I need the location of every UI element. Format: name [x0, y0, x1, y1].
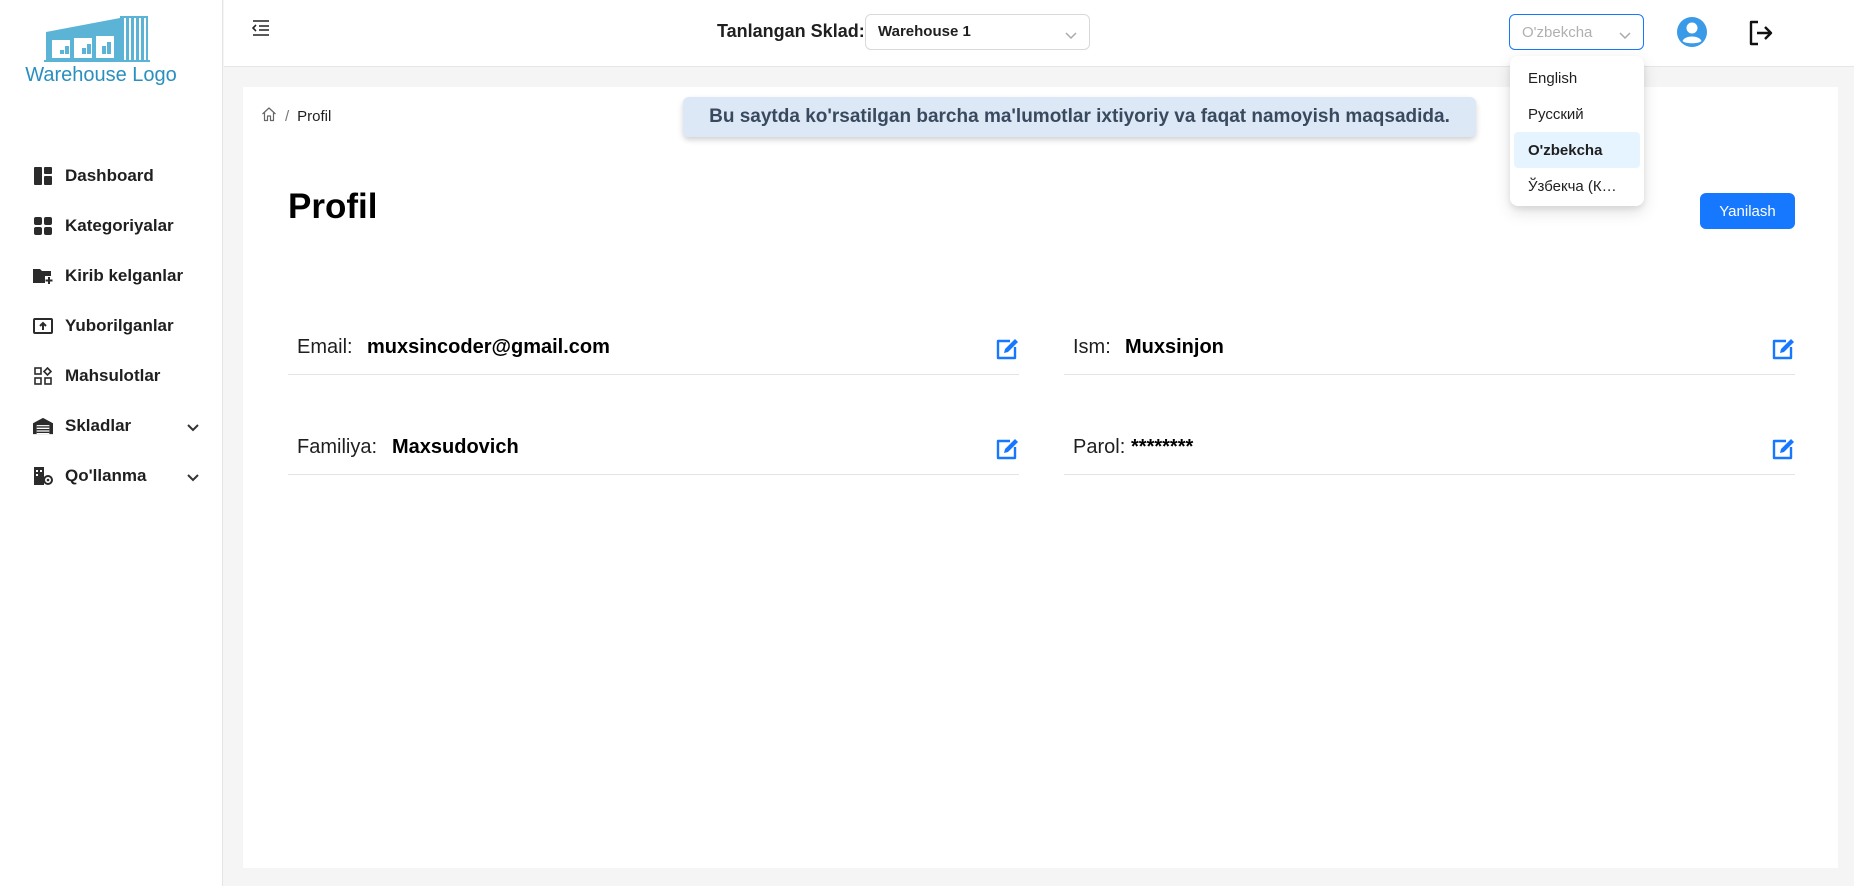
password-value: ******** — [1131, 436, 1194, 458]
warehouse-label: Tanlangan Sklad: — [717, 21, 865, 41]
building-gear-icon — [33, 466, 53, 486]
chevron-down-icon[interactable] — [187, 419, 199, 437]
home-icon[interactable] — [261, 106, 277, 126]
sidebar-nav: Dashboard Kategoriyalar Kirib kelganlar … — [0, 151, 223, 501]
upload-box-icon — [33, 316, 53, 336]
user-avatar-icon[interactable] — [1676, 16, 1708, 48]
chevron-down-icon[interactable] — [187, 469, 199, 487]
email-value: muxsincoder@gmail.com — [367, 336, 610, 358]
sidebar-item-label: Qo'llanma — [65, 466, 147, 485]
edit-email-icon[interactable] — [995, 338, 1019, 360]
sidebar-item-yuborilganlar[interactable]: Yuborilganlar — [0, 301, 223, 351]
name-label: Ism: — [1073, 336, 1111, 358]
chevron-down-icon — [1065, 27, 1077, 44]
logo-text: Warehouse Logo — [25, 64, 177, 86]
language-dropdown: English Русский O'zbekcha Ўзбекча (К… — [1510, 56, 1644, 206]
name-value: Muxsinjon — [1125, 336, 1224, 358]
warehouse-icon — [33, 416, 53, 436]
sidebar-item-label: Kategoriyalar — [65, 216, 174, 235]
edit-name-icon[interactable] — [1771, 338, 1795, 360]
sidebar-item-dashboard[interactable]: Dashboard — [0, 151, 223, 201]
breadcrumb-separator: / — [285, 107, 290, 125]
refresh-button[interactable]: Yanilash — [1700, 193, 1795, 229]
products-icon — [33, 366, 53, 386]
edit-surname-icon[interactable] — [995, 438, 1019, 460]
logout-icon[interactable] — [1747, 19, 1775, 47]
surname-label: Familiya: — [297, 436, 378, 458]
email-field: Email: muxsincoder@gmail.com — [288, 300, 1019, 375]
surname-field: Familiya: Maxsudovich — [288, 400, 1019, 475]
language-select[interactable]: O'zbekcha — [1509, 14, 1644, 50]
edit-password-icon[interactable] — [1771, 438, 1795, 460]
menu-fold-icon[interactable] — [251, 20, 272, 40]
surname-value: Maxsudovich — [392, 436, 519, 458]
sidebar-item-label: Skladlar — [65, 416, 132, 435]
warehouse-select[interactable]: Warehouse 1 — [865, 14, 1090, 50]
breadcrumb: / Profil — [261, 106, 331, 126]
folder-plus-icon — [33, 266, 53, 286]
sidebar-item-label: Yuborilganlar — [65, 316, 174, 335]
sidebar-item-skladlar[interactable]: Skladlar — [0, 401, 223, 451]
sidebar-item-qollanma[interactable]: Qo'llanma — [0, 451, 223, 501]
demo-notice-banner: Bu saytda ko'rsatilgan barcha ma'lumotla… — [683, 97, 1476, 137]
sidebar-item-label: Mahsulotlar — [65, 366, 161, 385]
page-title: Profil — [288, 187, 378, 226]
language-option-uzbek-cyrillic[interactable]: Ўзбекча (К… — [1514, 168, 1640, 204]
sidebar-item-kategoriyalar[interactable]: Kategoriyalar — [0, 201, 223, 251]
language-option-russian[interactable]: Русский — [1514, 96, 1640, 132]
sidebar-item-mahsulotlar[interactable]: Mahsulotlar — [0, 351, 223, 401]
chevron-down-icon — [1619, 27, 1631, 44]
password-label: Parol: — [1073, 436, 1126, 458]
password-field: Parol: ******** — [1064, 400, 1795, 475]
warehouse-logo[interactable]: Warehouse Logo — [12, 14, 177, 92]
sidebar-item-label: Kirib kelganlar — [65, 266, 184, 285]
language-option-uzbek-latin[interactable]: O'zbekcha — [1514, 132, 1640, 168]
sidebar: Warehouse Logo Dashboard Kategoriyalar K… — [0, 0, 223, 886]
categories-icon — [33, 216, 53, 236]
breadcrumb-current: Profil — [297, 107, 332, 125]
name-field: Ism: Muxsinjon — [1064, 300, 1795, 375]
language-select-value: O'zbekcha — [1522, 24, 1593, 41]
sidebar-item-label: Dashboard — [65, 166, 154, 185]
language-option-english[interactable]: English — [1514, 60, 1640, 96]
dashboard-icon — [33, 166, 53, 186]
email-label: Email: — [297, 336, 353, 358]
warehouse-logo-icon — [44, 16, 150, 62]
warehouse-select-value: Warehouse 1 — [878, 23, 971, 40]
sidebar-item-kirib-kelganlar[interactable]: Kirib kelganlar — [0, 251, 223, 301]
